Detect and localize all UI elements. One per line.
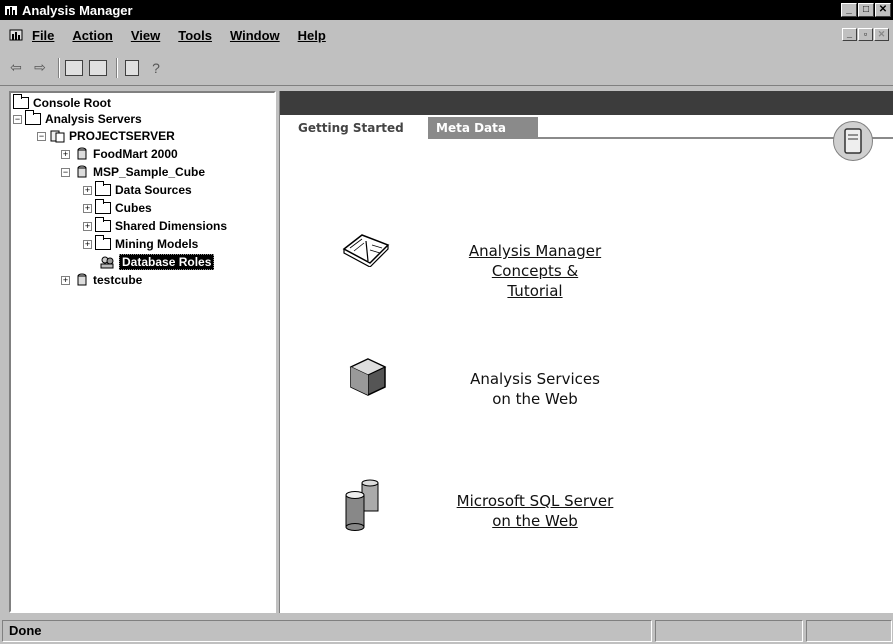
folder-icon (95, 217, 111, 232)
toolbar: ⇦ ⇨ ? (0, 50, 893, 86)
folder-icon (95, 181, 111, 196)
database-icon (73, 273, 89, 287)
menu-action[interactable]: Action (72, 28, 112, 43)
menu-view[interactable]: View (131, 28, 160, 43)
menu-bar: File Action View Tools Window Help _ ▫ ✕ (0, 22, 893, 48)
toolbar-separator (116, 57, 118, 78)
maximize-button[interactable]: □ (858, 3, 874, 17)
collapse-icon[interactable]: − (61, 167, 70, 177)
getting-started-pane: Getting Started Meta Data Analysis Manag… (279, 91, 893, 613)
book-icon[interactable] (342, 231, 390, 270)
roles-icon (99, 255, 115, 269)
tab-strip: Getting Started Meta Data (280, 115, 893, 139)
tab-meta-data[interactable]: Meta Data (428, 117, 538, 139)
database-icon (73, 165, 89, 179)
expand-icon[interactable]: + (61, 149, 70, 159)
tab-divider (428, 137, 893, 139)
folder-icon (95, 199, 111, 214)
tree-item-server[interactable]: − PROJECTSERVER (37, 128, 175, 144)
tree-item-console-root[interactable]: Console Root (13, 94, 111, 111)
console-tree: Console Root − Analysis Servers − PROJEC… (9, 91, 276, 613)
expand-icon[interactable]: + (83, 221, 92, 231)
tree-item-database[interactable]: − MSP_Sample_Cube (61, 164, 205, 180)
forward-arrow-icon[interactable]: ⇨ (30, 58, 50, 78)
collapse-icon[interactable]: − (37, 131, 46, 141)
sql-server-web-link[interactable]: Microsoft SQL Server on the Web (430, 491, 640, 531)
expand-icon[interactable]: + (83, 185, 92, 195)
menu-help[interactable]: Help (298, 28, 326, 43)
tree-item-shared-dimensions[interactable]: + Shared Dimensions (83, 217, 227, 234)
tree-item-analysis-servers[interactable]: − Analysis Servers (13, 110, 142, 127)
folder-icon (95, 235, 111, 250)
tree-item-mining-models[interactable]: + Mining Models (83, 235, 198, 252)
expand-icon[interactable]: + (83, 239, 92, 249)
server-icon (49, 129, 65, 143)
analysis-services-web-link[interactable]: Analysis Services on the Web (430, 369, 640, 409)
analysis-server-icon (833, 121, 873, 161)
child-close-button[interactable]: ✕ (874, 28, 889, 41)
collapse-icon[interactable]: − (13, 114, 22, 124)
window-title: Analysis Manager (22, 2, 133, 18)
app-icon (4, 3, 18, 17)
tree-item-database-roles[interactable]: Database Roles (99, 254, 215, 270)
back-arrow-icon[interactable]: ⇦ (6, 58, 26, 78)
tree-item-cubes[interactable]: + Cubes (83, 199, 152, 216)
cube-icon[interactable] (348, 357, 388, 400)
tab-getting-started[interactable]: Getting Started (290, 117, 412, 139)
minimize-button[interactable]: _ (841, 3, 857, 17)
tree-item-database[interactable]: + testcube (61, 272, 142, 288)
folder-icon (13, 94, 29, 109)
status-panel (806, 620, 892, 642)
tree-item-data-sources[interactable]: + Data Sources (83, 181, 192, 198)
status-panel (655, 620, 803, 642)
expand-icon[interactable]: + (61, 275, 70, 285)
menu-file[interactable]: File (32, 28, 54, 43)
child-restore-button[interactable]: ▫ (858, 28, 873, 41)
up-folder-icon[interactable] (64, 58, 84, 78)
toolbar-separator (58, 57, 60, 78)
folder-icon (25, 110, 41, 125)
sql-server-icon[interactable] (342, 479, 382, 534)
help-icon[interactable]: ? (146, 58, 166, 78)
console-icon[interactable] (8, 27, 24, 43)
title-bar: Analysis Manager _ □ ✕ (0, 0, 893, 20)
refresh-icon[interactable] (122, 58, 142, 78)
child-minimize-button[interactable]: _ (842, 28, 857, 41)
database-icon (73, 147, 89, 161)
menu-window[interactable]: Window (230, 28, 280, 43)
menu-tools[interactable]: Tools (178, 28, 212, 43)
expand-icon[interactable]: + (83, 203, 92, 213)
show-tree-icon[interactable] (88, 58, 108, 78)
tree-item-database[interactable]: + FoodMart 2000 (61, 146, 178, 162)
status-text: Done (2, 620, 652, 642)
close-button[interactable]: ✕ (875, 3, 891, 17)
tutorial-link[interactable]: Analysis Manager Concepts & Tutorial (430, 241, 640, 301)
pane-header (280, 91, 893, 115)
status-bar: Done (0, 617, 893, 644)
